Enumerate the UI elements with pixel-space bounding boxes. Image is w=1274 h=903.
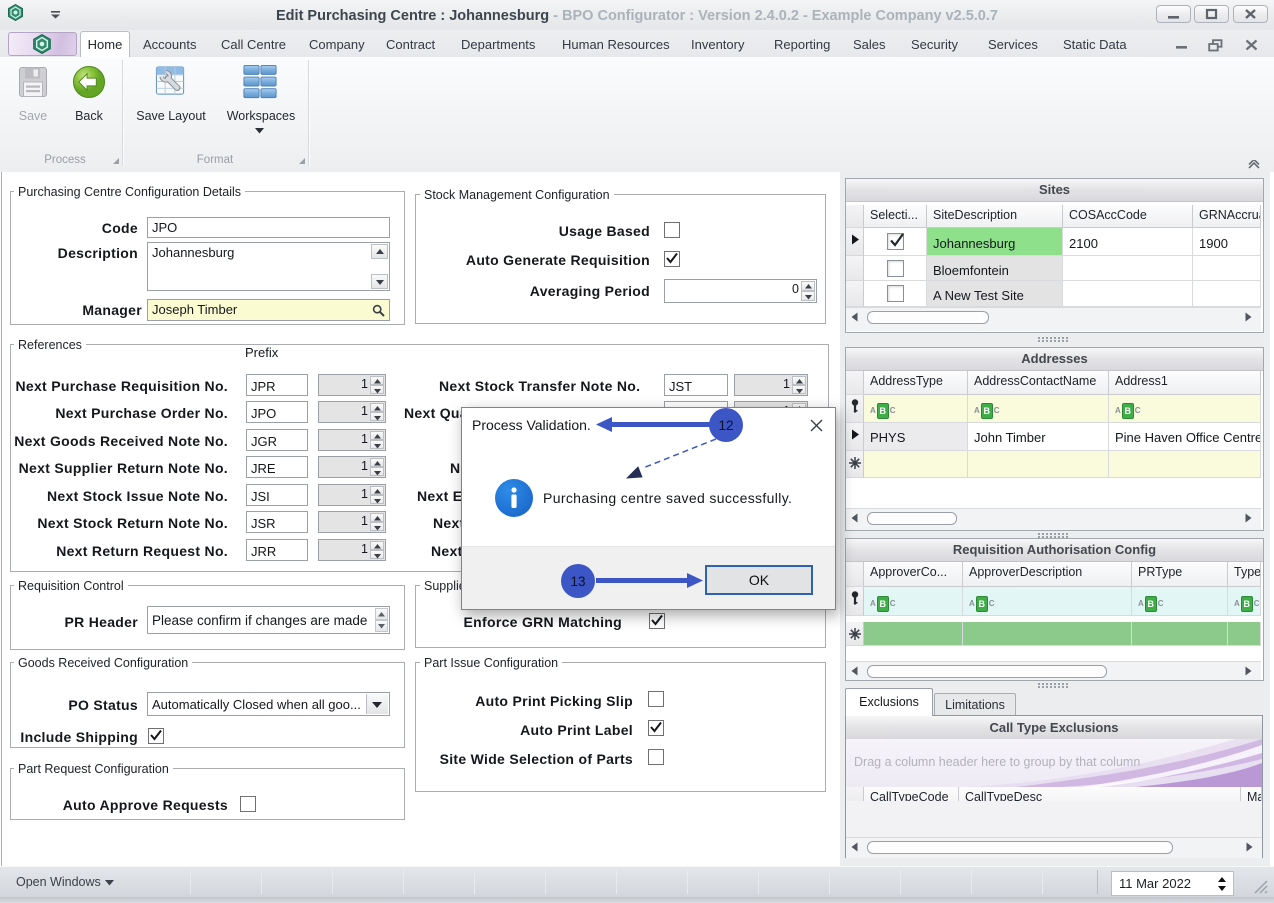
svg-text:12: 12 — [718, 418, 733, 433]
svg-text:13: 13 — [570, 574, 585, 589]
